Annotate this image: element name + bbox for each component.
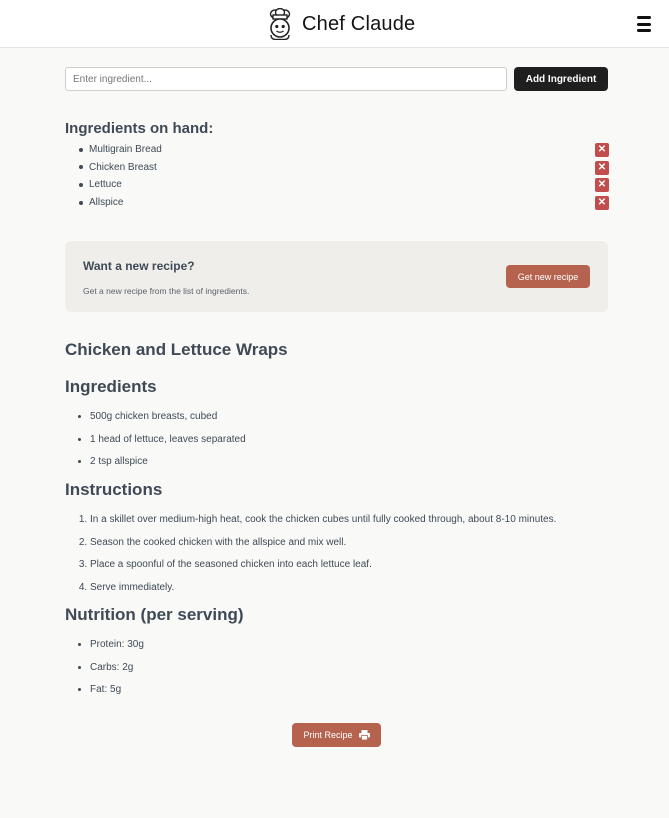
bullet-icon (79, 147, 83, 152)
list-item: 500g chicken breasts, cubed (90, 411, 246, 434)
recipe-nutrition-list: Protein: 30g Carbs: 2g Fat: 5g (90, 639, 144, 707)
remove-ingredient-button[interactable]: ✕ (595, 195, 609, 210)
app-header: Chef Claude (0, 0, 669, 48)
add-ingredient-button[interactable]: Add Ingredient (514, 67, 608, 91)
print-recipe-button[interactable]: Print Recipe (292, 723, 381, 747)
list-item: 2 tsp allspice (90, 456, 246, 479)
bullet-icon (79, 200, 83, 205)
list-item: In a skillet over medium-high heat, cook… (90, 514, 556, 537)
list-item: Place a spoonful of the seasoned chicken… (90, 559, 556, 582)
list-item: Lettuce ✕ (65, 176, 609, 194)
instructions-heading: Instructions (65, 480, 163, 499)
list-item: Multigrain Bread ✕ (65, 141, 609, 159)
ingredient-input[interactable] (65, 67, 507, 91)
get-recipe-heading: Want a new recipe? (83, 259, 195, 273)
remove-ingredient-button[interactable]: ✕ (595, 143, 609, 157)
recipe-ingredients-list: 500g chicken breasts, cubed 1 head of le… (90, 411, 246, 479)
get-recipe-panel: Want a new recipe? Get a new recipe from… (65, 241, 608, 312)
printer-icon (358, 730, 370, 740)
app-title: Chef Claude (302, 12, 416, 35)
nutrition-heading: Nutrition (per serving) (65, 605, 244, 624)
ingredient-name: Multigrain Bread (89, 144, 162, 156)
print-recipe-label: Print Recipe (303, 730, 353, 740)
get-new-recipe-button[interactable]: Get new recipe (506, 265, 590, 288)
list-item: Carbs: 2g (90, 662, 144, 685)
hamburger-menu-icon[interactable] (637, 16, 651, 32)
recipe-title: Chicken and Lettuce Wraps (65, 340, 288, 359)
remove-ingredient-button[interactable]: ✕ (595, 178, 609, 193)
ingredients-heading: Ingredients (65, 377, 157, 396)
ingredient-name: Allspice (89, 197, 124, 209)
list-item: 1 head of lettuce, leaves separated (90, 434, 246, 457)
bullet-icon (79, 165, 83, 170)
list-item: Season the cooked chicken with the allsp… (90, 537, 556, 560)
list-item: Chicken Breast ✕ (65, 159, 609, 177)
chef-logo-icon (269, 8, 291, 40)
list-item: Fat: 5g (90, 684, 144, 707)
bullet-icon (79, 182, 83, 187)
remove-ingredient-button[interactable]: ✕ (595, 160, 609, 175)
recipe-instructions-list: In a skillet over medium-high heat, cook… (90, 514, 556, 604)
list-item: Allspice ✕ (65, 194, 609, 212)
list-item: Protein: 30g (90, 639, 144, 662)
ingredients-on-hand-list: Multigrain Bread ✕ Chicken Breast ✕ Lett… (65, 141, 609, 211)
list-item: Serve immediately. (90, 582, 556, 605)
ingredient-name: Chicken Breast (89, 161, 157, 173)
brand: Chef Claude (266, 7, 415, 41)
get-recipe-description: Get a new recipe from the list of ingred… (83, 286, 250, 296)
ingredient-name: Lettuce (89, 179, 122, 191)
ingredients-on-hand-heading: Ingredients on hand: (65, 120, 214, 137)
